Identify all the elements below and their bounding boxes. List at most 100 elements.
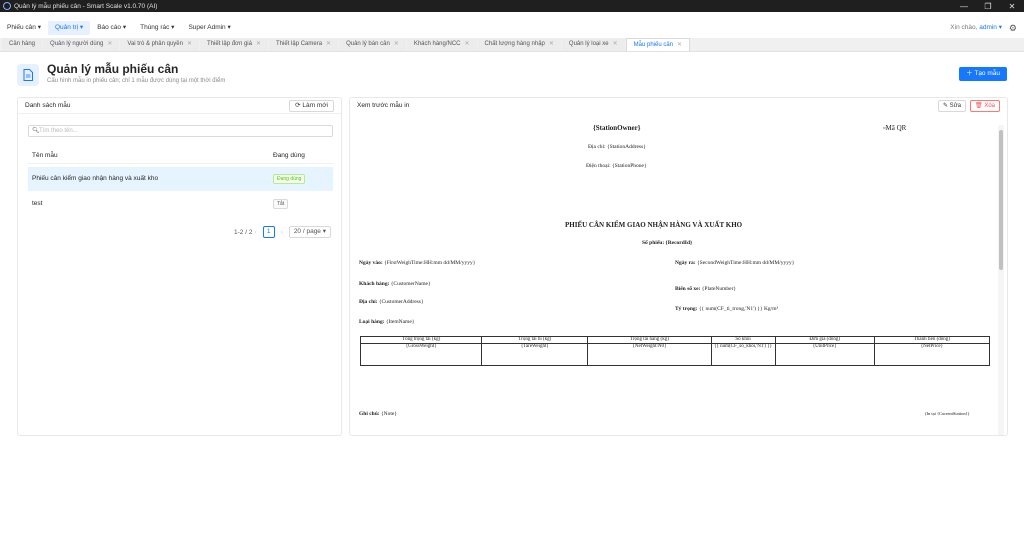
list-panel-header: Danh sách mẫu ⟳ Làm mới xyxy=(18,98,341,114)
table-row: {GrossWeight} {TareWeight} {NetWeight:N0… xyxy=(359,343,991,366)
table-header-cell: Tổng trọng tải (kg) xyxy=(359,336,483,344)
col-name-header: Tên mẫu xyxy=(32,152,58,159)
tab-chat-luong[interactable]: Chất lượng hàng nhập ✕ xyxy=(477,38,561,51)
print-preview-document: {StationOwner} ▫Mã QR Địa chỉ: {StationA… xyxy=(350,114,995,435)
scrollbar-thumb[interactable] xyxy=(999,130,1003,270)
weighing-table: Tổng trọng tải (kg) Trọng tải bì (kg) Tr… xyxy=(359,336,991,366)
tab-khach-hang[interactable]: Khách hàng/NCC ✕ xyxy=(406,38,477,51)
app-icon xyxy=(3,2,11,10)
tab-label: Quản lý người dùng xyxy=(50,41,104,47)
page-header: Quản lý mẫu phiếu cân Cấu hình mẫu in ph… xyxy=(17,60,1007,90)
close-tab-icon[interactable]: ✕ xyxy=(465,41,470,47)
item-label: Loại hàng: xyxy=(359,319,385,325)
user-menu[interactable]: admin ▾ xyxy=(979,24,1002,31)
next-page-icon[interactable]: › xyxy=(281,229,283,236)
search-placeholder: Tìm theo tên... xyxy=(39,128,78,134)
density: Tỷ trọng: {{ num(CF_ti_trong,'N1') }} Kg… xyxy=(675,306,778,312)
customer-address: Địa chỉ: {CustomerAddress} xyxy=(359,299,424,305)
close-tab-icon[interactable]: ✕ xyxy=(107,41,112,47)
page-title: Quản lý mẫu phiếu cân xyxy=(47,62,179,76)
page-number[interactable]: 1 xyxy=(262,226,275,238)
user-greeting: Xin chào, admin ▾ xyxy=(950,20,1002,36)
tab-label: Cân hàng xyxy=(9,41,36,47)
create-label: Tạo mẫu xyxy=(974,70,1000,77)
plate-value: {PlateNumber} xyxy=(701,286,737,292)
station-address: Địa chỉ: {StationAddress} xyxy=(588,144,646,150)
tab-quan-ly-nguoi-dung[interactable]: Quản lý người dùng ✕ xyxy=(43,38,120,51)
density-label: Tỷ trọng: xyxy=(675,306,698,312)
density-value: {{ num(CF_ti_trong,'N1') }} Kg/m³ xyxy=(698,306,779,312)
page-size-select[interactable]: 20 / page ▾ xyxy=(288,226,331,238)
edit-label: Sửa xyxy=(949,103,961,109)
tab-mau-phieu-can[interactable]: Mẫu phiếu cân ✕ xyxy=(625,38,691,51)
create-template-button[interactable]: ＋ Tạo mẫu xyxy=(959,67,1007,81)
table-header-cell: Đơn giá (đồng) xyxy=(774,336,875,344)
table-cell: {NetWeight:N0} xyxy=(587,343,712,366)
list-item[interactable]: test Tắt xyxy=(28,192,333,216)
customer-label: Khách hàng: xyxy=(359,281,390,287)
pagination: 1-2 / 2 ‹ 1 › 20 / page ▾ xyxy=(234,226,331,238)
maximize-icon[interactable]: ❐ xyxy=(976,0,1000,12)
note-label: Ghi chú: xyxy=(359,411,380,417)
status-badge: Đang dùng xyxy=(273,174,306,184)
page-size-value: 20 / page xyxy=(293,228,321,235)
table-cell: {NetPrice} xyxy=(873,343,991,366)
close-tab-icon[interactable]: ✕ xyxy=(326,41,331,47)
tab-vai-tro[interactable]: Vai trò & phân quyền ✕ xyxy=(120,38,200,51)
close-tab-icon[interactable]: ✕ xyxy=(549,41,554,47)
close-tab-icon[interactable]: ✕ xyxy=(677,42,682,48)
tab-bar: Cân hàng Quản lý người dùng ✕ Vai trò & p… xyxy=(0,38,1024,52)
customer: Khách hàng: {CustomerName} xyxy=(359,281,431,287)
window-title: Quản lý mẫu phiếu cân - Smart Scale v1.0… xyxy=(14,2,158,10)
page-range: 1-2 / 2 xyxy=(234,228,253,236)
menu-phieu-can[interactable]: Phiếu cân ▾ xyxy=(0,21,48,35)
refresh-button[interactable]: ⟳ Làm mới xyxy=(289,100,334,112)
close-tab-icon[interactable]: ✕ xyxy=(613,41,618,47)
preview-title: Xem trước mẫu in xyxy=(357,102,410,109)
preview-header: Xem trước mẫu in ✎ Sửa 🗑︎ Xóa xyxy=(350,98,1007,114)
prev-page-icon[interactable]: ‹ xyxy=(254,229,256,236)
menu-bao-cao[interactable]: Báo cáo ▾ xyxy=(90,21,133,35)
preview-scrollbar[interactable] xyxy=(998,125,1004,435)
tab-label: Thiết lập Camera xyxy=(276,41,323,47)
document-icon xyxy=(17,64,39,86)
tab-label: Khách hàng/NCC xyxy=(413,41,461,47)
customer-value: {CustomerName} xyxy=(390,281,431,287)
pencil-icon: ✎ xyxy=(942,103,950,109)
template-list-panel: Danh sách mẫu ⟳ Làm mới 🔍︎ Tìm theo tên.… xyxy=(17,97,342,436)
close-icon[interactable]: ✕ xyxy=(1000,0,1024,12)
close-tab-icon[interactable]: ✕ xyxy=(256,41,261,47)
refresh-label: Làm mới xyxy=(302,102,328,109)
customer-address-label: Địa chỉ: xyxy=(359,299,378,305)
search-icon: 🔍︎ xyxy=(32,128,40,134)
customer-address-value: {CustomerAddress} xyxy=(378,299,424,305)
station-owner: {StationOwner} xyxy=(593,124,641,132)
date-out: Ngày ra: {SecondWeighTime:HH:mm dd/MM/yy… xyxy=(675,260,794,266)
list-item[interactable]: Phiếu cân kiểm giao nhận hàng và xuất kh… xyxy=(28,167,333,191)
close-tab-icon[interactable]: ✕ xyxy=(394,41,399,47)
menu-thung-rac[interactable]: Thùng rác ▾ xyxy=(133,21,181,35)
table-header-cell: Trọng tải hàng (kg) xyxy=(587,336,712,344)
qr-image: ▫Mã QR xyxy=(883,124,906,132)
menu-super-admin[interactable]: Super Admin ▾ xyxy=(181,21,237,35)
list-header: Tên mẫu Đang dùng xyxy=(28,148,333,164)
tab-label: Quản lý bàn cân xyxy=(346,41,390,47)
search-input[interactable]: 🔍︎ Tìm theo tên... xyxy=(28,125,333,137)
close-tab-icon[interactable]: ✕ xyxy=(187,41,192,47)
template-name: Phiếu cân kiểm giao nhận hàng và xuất kh… xyxy=(32,175,159,182)
delete-button[interactable]: 🗑︎ Xóa xyxy=(970,100,1000,112)
gear-icon[interactable]: ⚙ xyxy=(1009,20,1017,36)
tab-ban-can[interactable]: Quản lý bàn cân ✕ xyxy=(339,38,406,51)
tab-loai-xe[interactable]: Quản lý loại xe ✕ xyxy=(561,38,625,51)
table-header-cell: Trọng tải bì (kg) xyxy=(481,336,589,344)
menu-quan-tri[interactable]: Quản trị ▾ xyxy=(47,21,91,35)
tab-can-hang[interactable]: Cân hàng xyxy=(2,38,43,51)
tab-camera[interactable]: Thiết lập Camera ✕ xyxy=(269,38,339,51)
tab-label: Mẫu phiếu cân xyxy=(633,42,674,48)
table-header-cell: Số khối xyxy=(710,336,776,344)
minimize-icon[interactable]: — xyxy=(952,0,976,12)
list-panel-title: Danh sách mẫu xyxy=(25,102,71,109)
tab-don-gia[interactable]: Thiết lập đơn giá ✕ xyxy=(200,38,269,51)
edit-button[interactable]: ✎ Sửa xyxy=(937,100,966,112)
main-menu: Phiếu cân ▾ Quản trị ▾ Báo cáo ▾ Thùng r… xyxy=(0,20,1024,36)
